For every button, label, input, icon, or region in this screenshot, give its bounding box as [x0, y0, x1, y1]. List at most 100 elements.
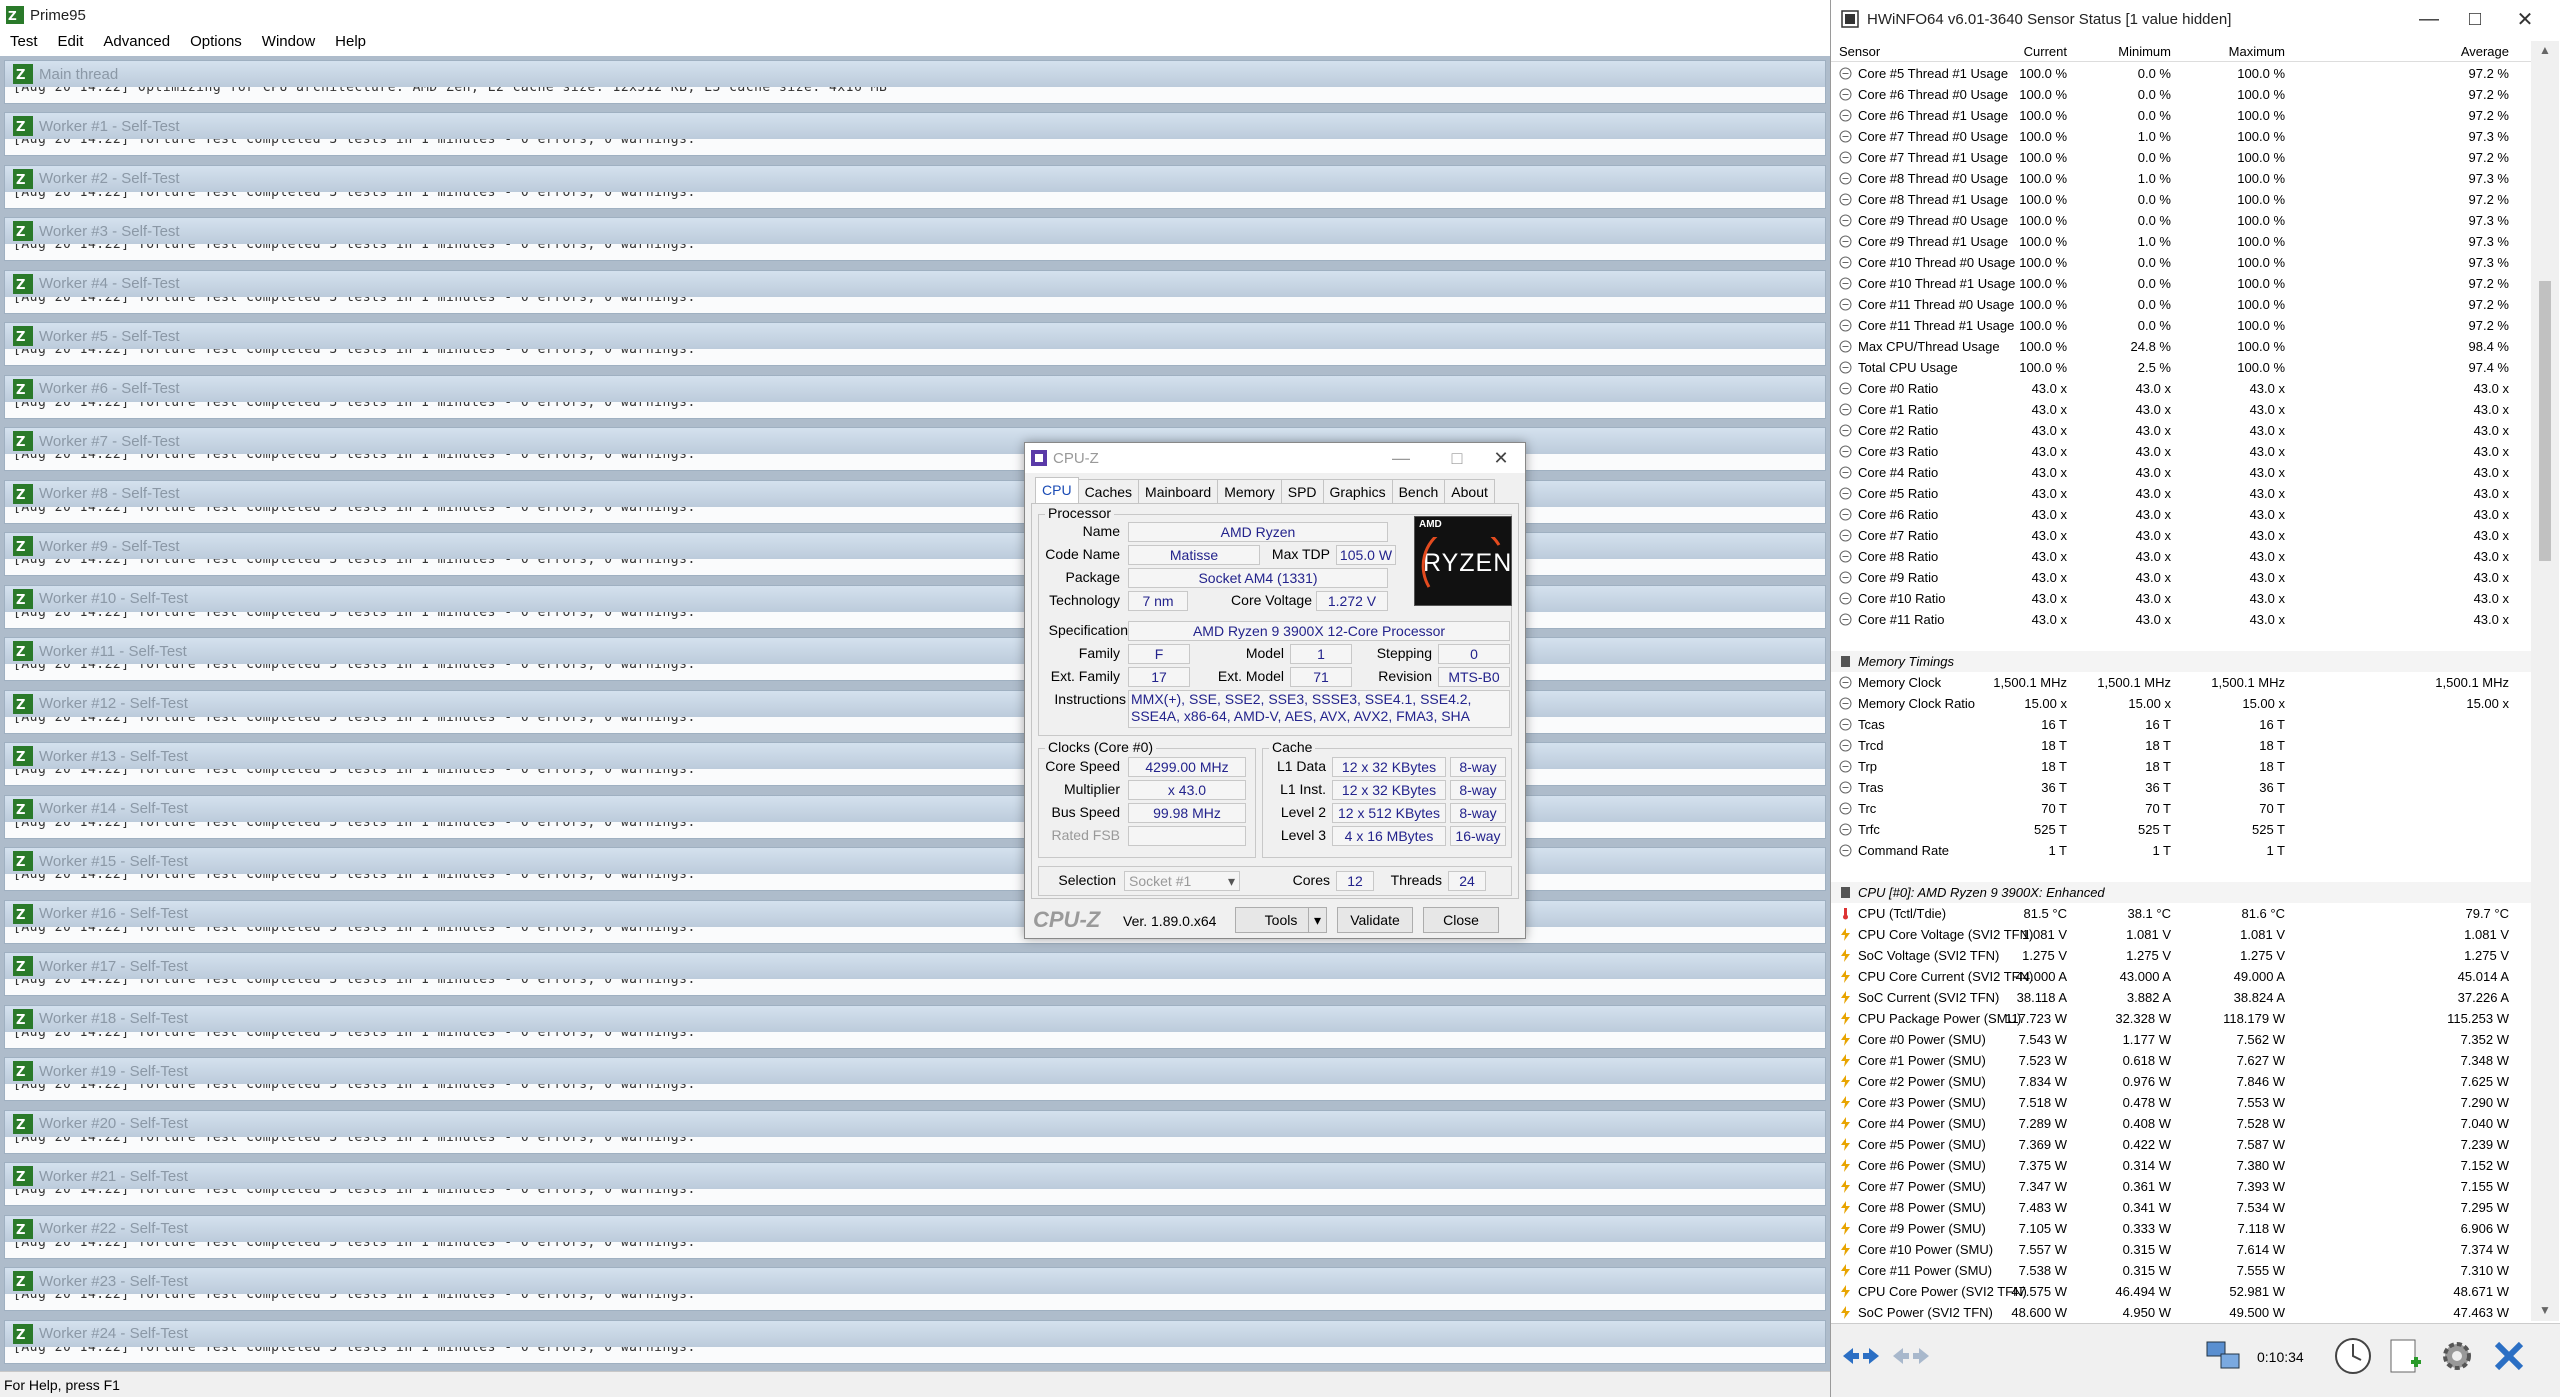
worker-titlebar[interactable]: Z Worker #2 - Self-Test — [4, 164, 1826, 193]
sensor-row[interactable]: Tcas 16 T 16 T 16 T — [1831, 714, 2531, 735]
worker-titlebar[interactable]: Z Worker #15 - Self-Test — [4, 847, 1826, 875]
menu-window[interactable]: Window — [252, 30, 325, 54]
worker-titlebar[interactable]: Z Worker #23 - Self-Test — [4, 1267, 1826, 1295]
worker-window[interactable]: Z Worker #12 - Self-Test [Aug 20 14:22] To… — [4, 686, 1826, 736]
worker-window[interactable]: Z Worker #22 - Self-Test [Aug 20 14:22] To… — [4, 1211, 1826, 1261]
sensor-row[interactable]: Memory Clock 1,500.1 MHz 1,500.1 MHz 1,500.… — [1831, 672, 2531, 693]
sensor-row[interactable]: CPU Core Current (SVI2 TFN) 44.000 A 43.00… — [1831, 966, 2531, 987]
sensor-row[interactable]: Core #0 Ratio 43.0 x 43.0 x 43.0 x 43.0 x — [1831, 378, 2531, 399]
worker-window[interactable]: Z Worker #6 - Self-Test [Aug 20 14:22] Tor… — [4, 371, 1826, 421]
worker-window[interactable]: Z Worker #10 - Self-Test [Aug 20 14:22] To… — [4, 581, 1826, 631]
worker-window[interactable]: Z Worker #18 - Self-Test [Aug 20 14:22] To… — [4, 1001, 1826, 1051]
socket-select[interactable]: Socket #1 ▾ — [1124, 871, 1240, 891]
sensor-row[interactable]: Core #8 Power (SMU) 7.483 W 0.341 W 7.534 W… — [1831, 1197, 2531, 1218]
worker-window[interactable]: Z Worker #7 - Self-Test [Aug 20 14:22] Tor… — [4, 423, 1826, 473]
sensor-row[interactable]: Core #9 Thread #1 Usage 100.0 % 1.0 % 100.0… — [1831, 231, 2531, 252]
sensor-row[interactable]: Core #7 Thread #0 Usage 100.0 % 1.0 % 100.0… — [1831, 126, 2531, 147]
sensor-row[interactable]: Trcd 18 T 18 T 18 T — [1831, 735, 2531, 756]
col-current[interactable]: Current — [2024, 44, 2067, 59]
sensor-section-header[interactable]: CPU [#0]: AMD Ryzen 9 3900X: Enhanced — [1831, 882, 2531, 903]
menu-advanced[interactable]: Advanced — [93, 30, 180, 54]
sensor-row[interactable]: Core #0 Power (SMU) 7.543 W 1.177 W 7.562 W… — [1831, 1029, 2531, 1050]
sensor-row[interactable]: Core #5 Ratio 43.0 x 43.0 x 43.0 x 43.0 x — [1831, 483, 2531, 504]
sensor-row[interactable]: Core #2 Power (SMU) 7.834 W 0.976 W 7.846 W… — [1831, 1071, 2531, 1092]
sensor-row[interactable]: Total CPU Usage 100.0 % 2.5 % 100.0 % 97.4 % — [1831, 357, 2531, 378]
sensor-row[interactable]: Core #1 Power (SMU) 7.523 W 0.618 W 7.627 W… — [1831, 1050, 2531, 1071]
worker-window[interactable]: Z Worker #17 - Self-Test [Aug 20 14:22] To… — [4, 948, 1826, 998]
worker-window[interactable]: Z Worker #15 - Self-Test [Aug 20 14:22] To… — [4, 843, 1826, 893]
worker-titlebar[interactable]: Z Worker #13 - Self-Test — [4, 742, 1826, 770]
close-icon[interactable]: ✕ — [1479, 443, 1523, 473]
sensor-row[interactable]: CPU Core Power (SVI2 TFN) 47.575 W 46.494 … — [1831, 1281, 2531, 1302]
worker-titlebar[interactable]: Z Worker #16 - Self-Test — [4, 899, 1826, 928]
worker-titlebar[interactable]: Z Worker #24 - Self-Test — [4, 1319, 1826, 1348]
worker-titlebar[interactable]: Z Worker #1 - Self-Test — [4, 112, 1826, 140]
tab-mainboard[interactable]: Mainboard — [1138, 479, 1219, 503]
col-minimum[interactable]: Minimum — [2118, 44, 2171, 59]
sensor-row[interactable]: Core #1 Ratio 43.0 x 43.0 x 43.0 x 43.0 x — [1831, 399, 2531, 420]
worker-window[interactable]: Z Worker #9 - Self-Test [Aug 20 14:22] Tor… — [4, 528, 1826, 578]
tab-caches[interactable]: Caches — [1077, 479, 1140, 503]
sensor-row[interactable]: Core #10 Power (SMU) 7.557 W 0.315 W 7.614 … — [1831, 1239, 2531, 1260]
clock-icon[interactable] — [2331, 1334, 2375, 1378]
sensor-row[interactable]: Trp 18 T 18 T 18 T — [1831, 756, 2531, 777]
tab-memory[interactable]: Memory — [1217, 479, 1282, 503]
tab-about[interactable]: About — [1444, 479, 1495, 503]
sensor-row[interactable]: Core #9 Thread #0 Usage 100.0 % 0.0 % 100.0… — [1831, 210, 2531, 231]
worker-titlebar[interactable]: Z Worker #14 - Self-Test — [4, 794, 1826, 823]
validate-button[interactable]: Validate — [1337, 907, 1413, 933]
sensor-row[interactable]: Core #10 Thread #0 Usage 100.0 % 0.0 % 100.… — [1831, 252, 2531, 273]
cpuz-titlebar[interactable]: CPU-Z — □ ✕ — [1025, 443, 1525, 473]
sensor-row[interactable]: Core #4 Power (SMU) 7.289 W 0.408 W 7.528 W… — [1831, 1113, 2531, 1134]
sensor-scrollbar[interactable]: ▲ ▼ — [2531, 41, 2559, 1321]
worker-window[interactable]: Z Worker #19 - Self-Test [Aug 20 14:22] To… — [4, 1053, 1826, 1103]
worker-window[interactable]: Z Worker #5 - Self-Test [Aug 20 14:22] Tor… — [4, 318, 1826, 368]
worker-window[interactable]: Z Worker #8 - Self-Test [Aug 20 14:22] Tor… — [4, 476, 1826, 526]
sensor-row[interactable]: SoC Voltage (SVI2 TFN) 1.275 V 1.275 V 1.27… — [1831, 945, 2531, 966]
sensor-row[interactable]: Core #9 Power (SMU) 7.105 W 0.333 W 7.118 W… — [1831, 1218, 2531, 1239]
sensor-section-header[interactable]: Memory Timings — [1831, 651, 2531, 672]
worker-window[interactable]: Z Worker #16 - Self-Test [Aug 20 14:22] To… — [4, 896, 1826, 946]
sensor-row[interactable]: Core #10 Ratio 43.0 x 43.0 x 43.0 x 43.0 x — [1831, 588, 2531, 609]
settings-gear-icon[interactable] — [2435, 1334, 2479, 1378]
tab-spd[interactable]: SPD — [1280, 479, 1324, 503]
sensor-row[interactable]: Core #6 Power (SMU) 7.375 W 0.314 W 7.380 W… — [1831, 1155, 2531, 1176]
worker-window[interactable]: Z Worker #14 - Self-Test [Aug 20 14:22] To… — [4, 791, 1826, 841]
main-thread-window[interactable]: Z Main thread [Aug 20 14:22] Optimizing … — [4, 56, 1826, 106]
sensor-row[interactable]: Core #3 Power (SMU) 7.518 W 0.478 W 7.553 W… — [1831, 1092, 2531, 1113]
scroll-up-icon[interactable]: ▲ — [2539, 43, 2551, 57]
col-average[interactable]: Average — [2461, 44, 2509, 59]
sensor-row[interactable]: Trfc 525 T 525 T 525 T — [1831, 819, 2531, 840]
sensor-row[interactable]: Core #11 Ratio 43.0 x 43.0 x 43.0 x 43.0 x — [1831, 609, 2531, 630]
worker-titlebar[interactable]: Z Worker #18 - Self-Test — [4, 1004, 1826, 1033]
sensor-row[interactable]: Core #3 Ratio 43.0 x 43.0 x 43.0 x 43.0 x — [1831, 441, 2531, 462]
sensor-row[interactable]: Memory Clock Ratio 15.00 x 15.00 x 15.00 x 1… — [1831, 693, 2531, 714]
hwinfo-titlebar[interactable]: HWiNFO64 v6.01-3640 Sensor Status [1 val… — [1831, 0, 2560, 38]
worker-window[interactable]: Z Worker #24 - Self-Test [Aug 20 14:22] To… — [4, 1316, 1826, 1366]
exit-x-icon[interactable] — [2487, 1334, 2531, 1378]
menu-edit[interactable]: Edit — [48, 30, 94, 54]
sensor-row[interactable]: Command Rate 1 T 1 T 1 T — [1831, 840, 2531, 861]
sensor-row[interactable]: SoC Power (SVI2 TFN) 48.600 W 4.950 W 49.50… — [1831, 1302, 2531, 1321]
worker-titlebar[interactable]: Z Worker #4 - Self-Test — [4, 269, 1826, 298]
network-icon[interactable] — [2201, 1334, 2245, 1378]
sensor-row[interactable]: Core #11 Power (SMU) 7.538 W 0.315 W 7.555 … — [1831, 1260, 2531, 1281]
prime95-titlebar[interactable]: Z Prime95 — [0, 0, 1830, 30]
worker-window[interactable]: Z Worker #13 - Self-Test [Aug 20 14:22] To… — [4, 738, 1826, 788]
scroll-thumb[interactable] — [2539, 281, 2551, 561]
col-sensor[interactable]: Sensor — [1839, 44, 1880, 59]
worker-titlebar[interactable]: Z Worker #9 - Self-Test — [4, 532, 1826, 560]
sensor-list[interactable]: Core #5 Thread #1 Usage 100.0 % 0.0 % 100.0… — [1831, 63, 2531, 1321]
sensor-row[interactable]: Core #6 Thread #0 Usage 100.0 % 0.0 % 100.0… — [1831, 84, 2531, 105]
worker-titlebar[interactable]: Z Worker #8 - Self-Test — [4, 479, 1826, 508]
sensor-row[interactable]: Core #2 Ratio 43.0 x 43.0 x 43.0 x 43.0 x — [1831, 420, 2531, 441]
close-icon[interactable]: ✕ — [2497, 0, 2553, 38]
sensor-row[interactable]: Core #11 Thread #0 Usage 100.0 % 0.0 % 100.… — [1831, 294, 2531, 315]
worker-titlebar[interactable]: Z Worker #11 - Self-Test — [4, 637, 1826, 665]
sensor-row[interactable]: CPU Core Voltage (SVI2 TFN) 1.081 V 1.081 … — [1831, 924, 2531, 945]
main-thread-titlebar[interactable]: Z Main thread — [4, 60, 1826, 88]
worker-window[interactable]: Z Worker #11 - Self-Test [Aug 20 14:22] To… — [4, 633, 1826, 683]
worker-window[interactable]: Z Worker #4 - Self-Test [Aug 20 14:22] Tor… — [4, 266, 1826, 316]
sensor-row[interactable]: Core #10 Thread #1 Usage 100.0 % 0.0 % 100.… — [1831, 273, 2531, 294]
worker-window[interactable]: Z Worker #23 - Self-Test [Aug 20 14:22] To… — [4, 1263, 1826, 1313]
